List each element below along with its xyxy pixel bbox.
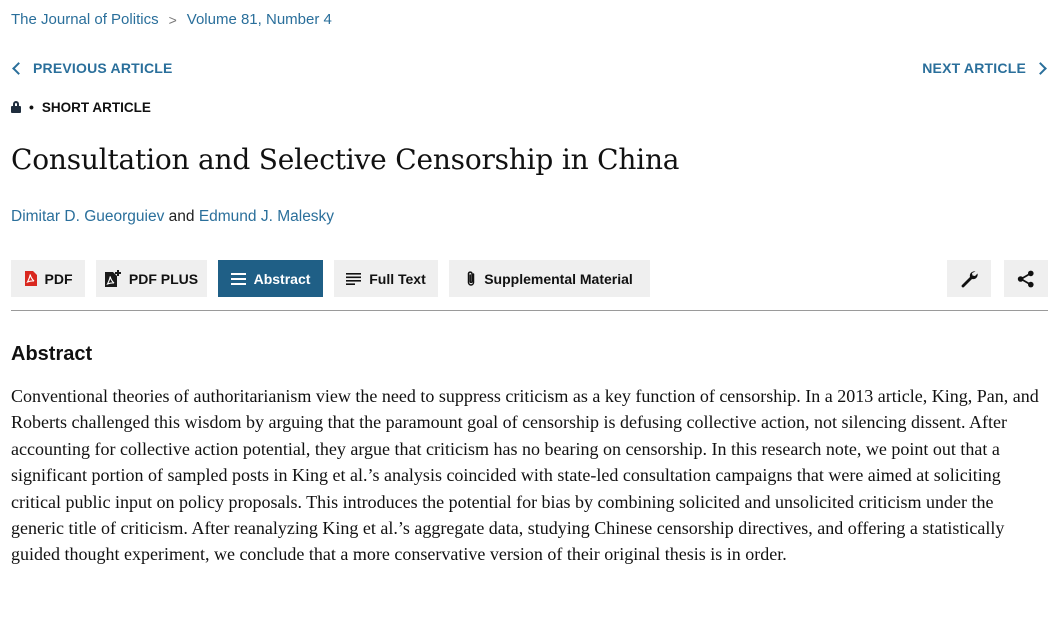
tab-full-text[interactable]: Full Text: [334, 260, 438, 297]
breadcrumb-journal-link[interactable]: The Journal of Politics: [11, 11, 159, 28]
section-divider: [11, 310, 1048, 311]
abstract-heading: Abstract: [11, 343, 93, 365]
abstract-text: Conventional theories of authoritarianis…: [11, 386, 1039, 565]
author-conjunction: and: [164, 208, 199, 225]
text-lines-icon: [346, 272, 362, 285]
share-icon: [1017, 270, 1034, 287]
pdf-button[interactable]: PDF: [11, 260, 85, 297]
author-list: Dimitar D. Gueorguiev and Edmund J. Male…: [11, 208, 334, 226]
paperclip-icon: [467, 271, 475, 286]
tab-supplemental-label: Supplemental Material: [484, 270, 633, 287]
lock-icon: [11, 101, 21, 113]
next-article-label: NEXT ARTICLE: [922, 60, 1026, 76]
breadcrumb-issue-link[interactable]: Volume 81, Number 4: [187, 11, 332, 28]
pdf-plus-button-label: PDF PLUS: [128, 270, 199, 287]
next-article-link[interactable]: NEXT ARTICLE: [922, 60, 1048, 76]
tab-supplemental-material[interactable]: Supplemental Material: [449, 260, 650, 297]
type-dot: •: [29, 99, 34, 115]
previous-article-link[interactable]: PREVIOUS ARTICLE: [11, 60, 173, 76]
list-icon: [230, 272, 246, 285]
chevron-left-icon: [12, 61, 25, 75]
pdf-plus-button[interactable]: PDF PLUS: [96, 260, 207, 297]
article-navigation: PREVIOUS ARTICLE NEXT ARTICLE: [11, 58, 1048, 78]
pdf-icon: [24, 271, 37, 286]
article-title: Consultation and Selective Censorship in…: [11, 143, 680, 176]
pdf-plus-icon: [104, 270, 121, 287]
author-link[interactable]: Edmund J. Malesky: [199, 208, 334, 225]
article-toolbar: PDF PDF PLUS Abstract Full Text Suppleme…: [11, 260, 1048, 297]
pdf-button-label: PDF: [44, 270, 73, 287]
tab-abstract[interactable]: Abstract: [218, 260, 323, 297]
author-link[interactable]: Dimitar D. Gueorguiev: [11, 208, 164, 225]
tab-full-text-label: Full Text: [369, 270, 426, 287]
tab-abstract-label: Abstract: [253, 270, 311, 287]
wrench-icon: [961, 270, 978, 287]
chevron-right-icon: [1034, 61, 1047, 75]
tools-button[interactable]: [947, 260, 991, 297]
breadcrumb-separator: >: [168, 11, 177, 28]
article-type: • SHORT ARTICLE: [11, 99, 151, 115]
breadcrumb: The Journal of Politics > Volume 81, Num…: [11, 11, 332, 28]
previous-article-label: PREVIOUS ARTICLE: [33, 60, 173, 76]
share-button[interactable]: [1004, 260, 1048, 297]
article-type-label: SHORT ARTICLE: [41, 99, 151, 115]
